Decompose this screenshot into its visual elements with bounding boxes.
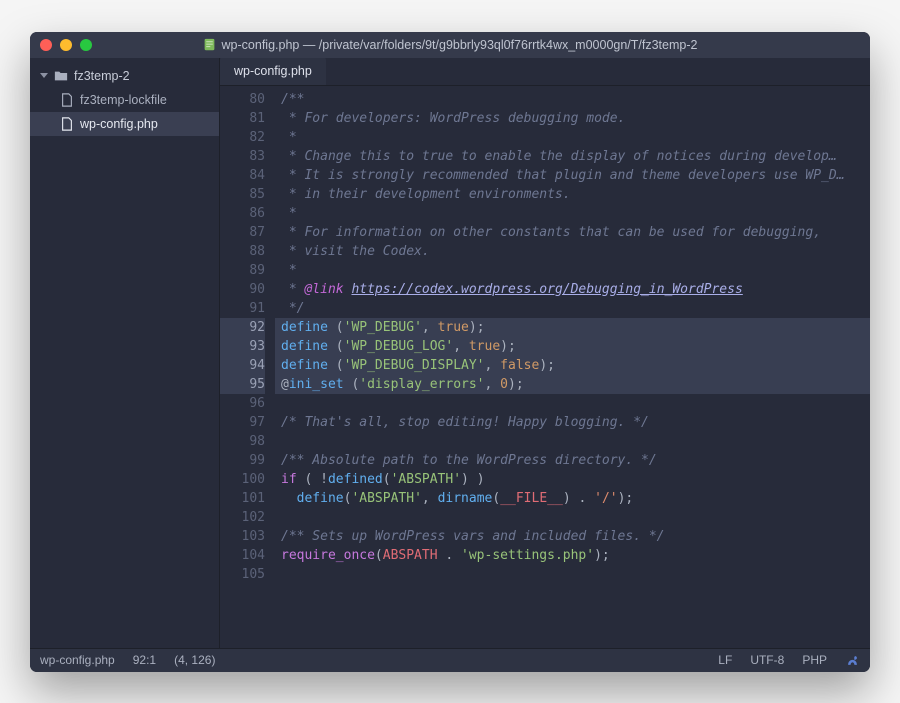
code-line[interactable]: define ('WP_DEBUG_DISPLAY', false); bbox=[275, 356, 870, 375]
status-line-ending[interactable]: LF bbox=[718, 653, 732, 667]
code-line[interactable]: /** Absolute path to the WordPress direc… bbox=[275, 451, 870, 470]
code-line[interactable] bbox=[275, 565, 870, 584]
line-number: 87 bbox=[220, 223, 265, 242]
code-line[interactable]: * @link https://codex.wordpress.org/Debu… bbox=[275, 280, 870, 299]
line-number: 99 bbox=[220, 451, 265, 470]
line-number: 83 bbox=[220, 147, 265, 166]
code-line[interactable]: * bbox=[275, 128, 870, 147]
line-number: 82 bbox=[220, 128, 265, 147]
line-number: 101 bbox=[220, 489, 265, 508]
line-number: 102 bbox=[220, 508, 265, 527]
code-line[interactable]: define('ABSPATH', dirname(__FILE__) . '/… bbox=[275, 489, 870, 508]
line-number: 94 bbox=[220, 356, 265, 375]
code-line[interactable]: @ini_set ('display_errors', 0); bbox=[275, 375, 870, 394]
title-bar[interactable]: wp-config.php — /private/var/folders/9t/… bbox=[30, 32, 870, 58]
file-icon bbox=[60, 93, 74, 107]
line-number: 96 bbox=[220, 394, 265, 413]
php-file-icon bbox=[203, 38, 216, 51]
minimize-icon[interactable] bbox=[60, 39, 72, 51]
folder-icon bbox=[54, 69, 68, 83]
code-line[interactable] bbox=[275, 508, 870, 527]
line-number: 88 bbox=[220, 242, 265, 261]
line-number: 80 bbox=[220, 90, 265, 109]
status-selection[interactable]: (4, 126) bbox=[174, 653, 215, 667]
status-cursor[interactable]: 92:1 bbox=[133, 653, 156, 667]
body-split: fz3temp-2 fz3temp-lockfile wp-config.php… bbox=[30, 58, 870, 648]
code-line[interactable]: /** Sets up WordPress vars and included … bbox=[275, 527, 870, 546]
editor[interactable]: 8081828384858687888990919293949596979899… bbox=[220, 86, 870, 648]
line-number: 91 bbox=[220, 299, 265, 318]
line-number: 84 bbox=[220, 166, 265, 185]
editor-window: wp-config.php — /private/var/folders/9t/… bbox=[30, 32, 870, 672]
chevron-down-icon bbox=[40, 73, 48, 78]
tree-root[interactable]: fz3temp-2 bbox=[30, 64, 219, 88]
line-number: 100 bbox=[220, 470, 265, 489]
zoom-icon[interactable] bbox=[80, 39, 92, 51]
tab-wpconfig[interactable]: wp-config.php bbox=[220, 57, 326, 85]
line-number: 103 bbox=[220, 527, 265, 546]
line-number: 81 bbox=[220, 109, 265, 128]
code-line[interactable]: /** bbox=[275, 90, 870, 109]
code-line[interactable]: * bbox=[275, 204, 870, 223]
title-wrap: wp-config.php — /private/var/folders/9t/… bbox=[40, 38, 860, 52]
code-line[interactable]: require_once(ABSPATH . 'wp-settings.php'… bbox=[275, 546, 870, 565]
tree-file-label: wp-config.php bbox=[80, 117, 158, 131]
status-encoding[interactable]: UTF-8 bbox=[750, 653, 784, 667]
line-number: 104 bbox=[220, 546, 265, 565]
main: wp-config.php 80818283848586878889909192… bbox=[220, 58, 870, 648]
code-line[interactable] bbox=[275, 394, 870, 413]
code-line[interactable] bbox=[275, 432, 870, 451]
tree-root-label: fz3temp-2 bbox=[74, 69, 130, 83]
line-number: 85 bbox=[220, 185, 265, 204]
code-line[interactable]: * in their development environments. bbox=[275, 185, 870, 204]
line-number: 89 bbox=[220, 261, 265, 280]
code-line[interactable]: * For developers: WordPress debugging mo… bbox=[275, 109, 870, 128]
code-line[interactable]: * visit the Codex. bbox=[275, 242, 870, 261]
tree-file-label: fz3temp-lockfile bbox=[80, 93, 167, 107]
code-line[interactable]: if ( !defined('ABSPATH') ) bbox=[275, 470, 870, 489]
line-number: 93 bbox=[220, 337, 265, 356]
line-number: 95 bbox=[220, 375, 265, 394]
line-number: 90 bbox=[220, 280, 265, 299]
squirrel-icon[interactable] bbox=[845, 653, 860, 668]
close-icon[interactable] bbox=[40, 39, 52, 51]
code-line[interactable]: * For information on other constants tha… bbox=[275, 223, 870, 242]
line-number: 92 bbox=[220, 318, 265, 337]
tree-file-wpconfig[interactable]: wp-config.php bbox=[30, 112, 219, 136]
sidebar: fz3temp-2 fz3temp-lockfile wp-config.php bbox=[30, 58, 220, 648]
code-area[interactable]: /** * For developers: WordPress debuggin… bbox=[275, 86, 870, 648]
code-line[interactable]: define ('WP_DEBUG_LOG', true); bbox=[275, 337, 870, 356]
tab-label: wp-config.php bbox=[234, 64, 312, 78]
line-number: 98 bbox=[220, 432, 265, 451]
file-icon bbox=[60, 117, 74, 131]
line-number: 86 bbox=[220, 204, 265, 223]
code-line[interactable]: * bbox=[275, 261, 870, 280]
status-filename[interactable]: wp-config.php bbox=[40, 653, 115, 667]
tree-file-lockfile[interactable]: fz3temp-lockfile bbox=[30, 88, 219, 112]
status-bar: wp-config.php 92:1 (4, 126) LF UTF-8 PHP bbox=[30, 648, 870, 672]
code-line[interactable]: * Change this to true to enable the disp… bbox=[275, 147, 870, 166]
window-title: wp-config.php — /private/var/folders/9t/… bbox=[222, 38, 698, 52]
line-number: 97 bbox=[220, 413, 265, 432]
line-gutter: 8081828384858687888990919293949596979899… bbox=[220, 86, 275, 648]
tab-bar: wp-config.php bbox=[220, 58, 870, 86]
code-line[interactable]: */ bbox=[275, 299, 870, 318]
window-controls bbox=[40, 39, 92, 51]
line-number: 105 bbox=[220, 565, 265, 584]
code-line[interactable]: /* That's all, stop editing! Happy blogg… bbox=[275, 413, 870, 432]
status-language[interactable]: PHP bbox=[802, 653, 827, 667]
code-line[interactable]: define ('WP_DEBUG', true); bbox=[275, 318, 870, 337]
code-line[interactable]: * It is strongly recommended that plugin… bbox=[275, 166, 870, 185]
